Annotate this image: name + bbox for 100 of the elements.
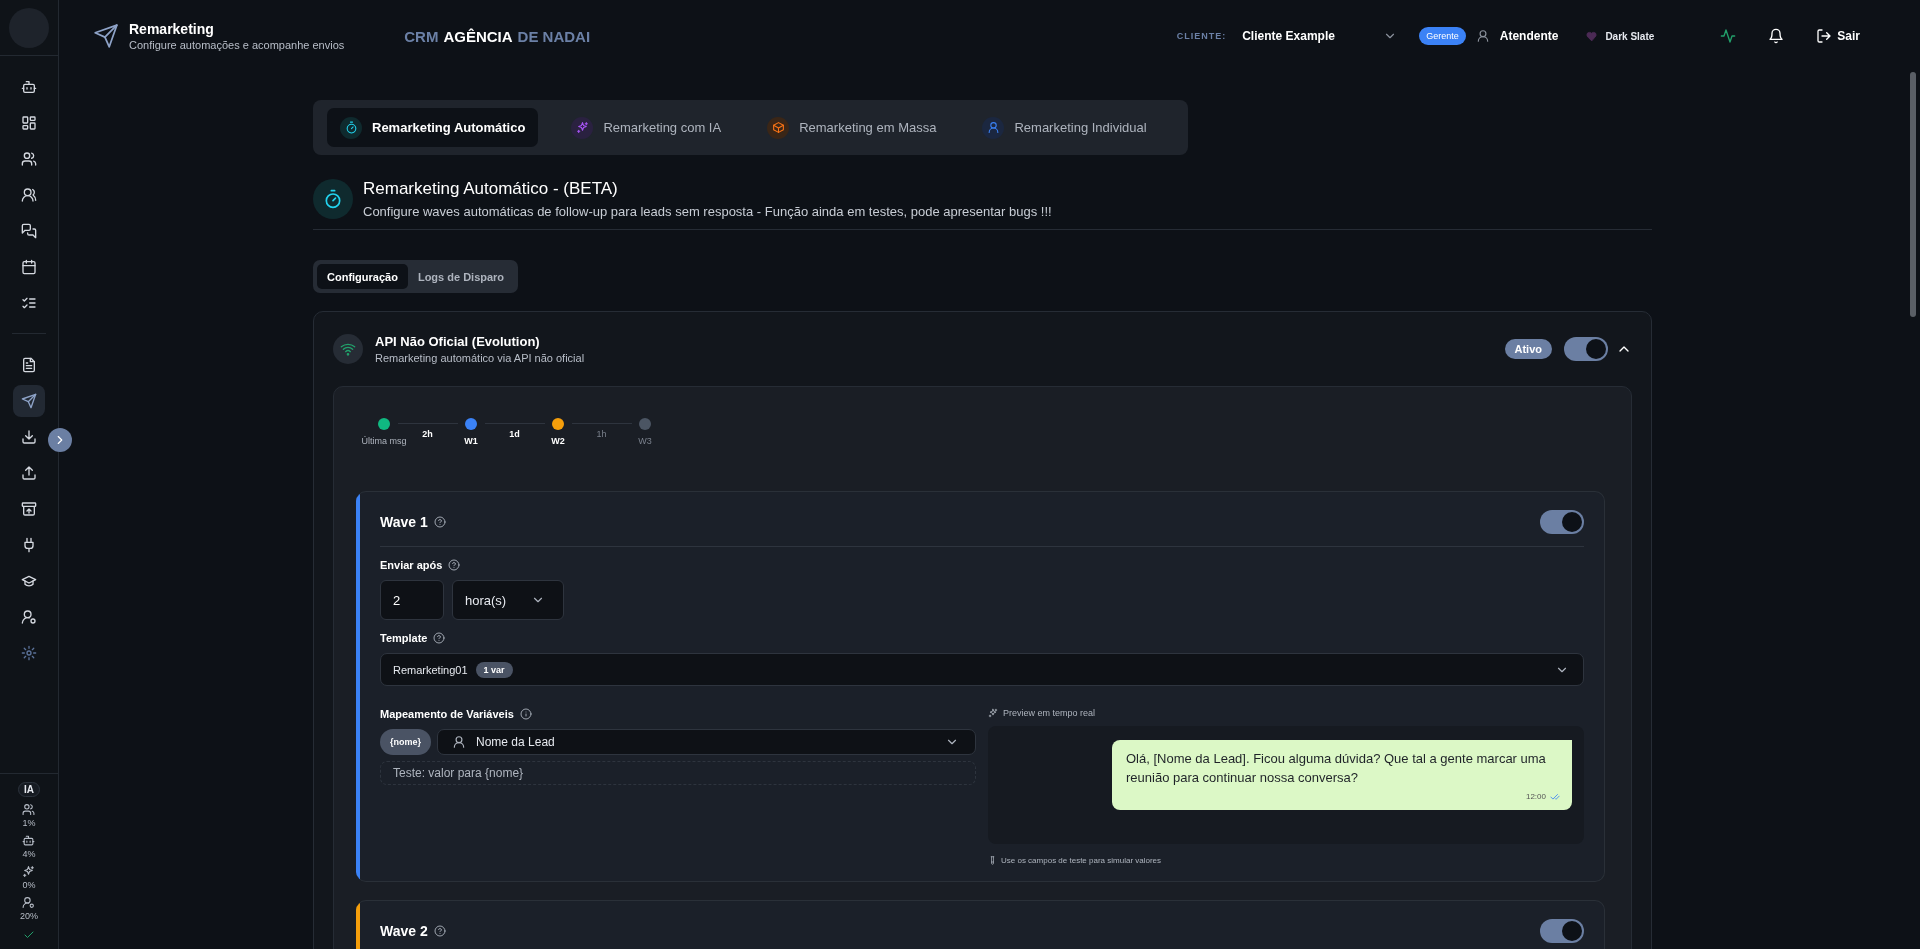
checklist-icon <box>21 295 37 311</box>
variable-badge: {nome} <box>380 729 431 755</box>
usage-percent: 0% <box>22 880 36 890</box>
send-icon <box>93 23 119 49</box>
field-label: Mapeamento de Variáveis <box>380 708 514 720</box>
user-icon <box>1475 29 1490 43</box>
dashboard-icon <box>21 115 37 131</box>
page-subtitle: Configure automações e acompanhe envios <box>129 39 345 51</box>
status-badge: Ativo <box>1504 339 1552 359</box>
graduation-cap-icon <box>21 573 37 589</box>
help-icon[interactable] <box>448 559 461 571</box>
interval-label: 1h <box>596 429 607 439</box>
user-settings-icon <box>22 896 36 909</box>
activity-icon[interactable] <box>1720 28 1737 44</box>
heart-icon <box>1586 30 1598 42</box>
source-select[interactable]: Nome da Lead <box>437 729 976 755</box>
template-select[interactable]: Remarketing01 1 var <box>380 653 1584 686</box>
timeline-label: W3 <box>638 436 652 446</box>
field-label: Enviar após <box>380 559 443 571</box>
calendar-icon <box>21 259 37 275</box>
check-icon <box>23 929 35 941</box>
double-check-icon <box>1550 791 1560 802</box>
users-icon <box>22 803 36 816</box>
toggle-switch[interactable] <box>1540 510 1584 534</box>
logout-button[interactable]: Sair <box>1816 28 1860 44</box>
ai-badge: IA <box>18 782 40 797</box>
theme-button[interactable]: Dark Slate <box>1586 30 1655 42</box>
test-tube-icon <box>988 856 997 865</box>
brand-logo-text: DE NADAI <box>517 27 591 45</box>
upload-icon <box>21 465 37 481</box>
toggle-switch[interactable] <box>1540 919 1584 943</box>
wave-title: Wave 1 <box>380 514 428 530</box>
tab[interactable]: Remarketing com IA <box>558 108 735 147</box>
help-icon[interactable] <box>433 925 446 937</box>
tab[interactable]: Remarketing Individual <box>969 108 1160 147</box>
test-value-input[interactable]: Teste: valor para {nome} <box>380 761 976 785</box>
message-text: Olá, [Nome da Lead]. Ficou alguma dúvida? Que tal a gente marcar uma reunião para continuar nossa conversa? <box>1126 750 1547 787</box>
section-title: Remarketing Automático - (BETA) <box>363 179 619 199</box>
logout-icon <box>1816 28 1833 44</box>
help-icon[interactable] <box>433 632 446 644</box>
sidebar-button[interactable] <box>13 385 45 417</box>
help-icon[interactable] <box>433 516 446 528</box>
tab[interactable]: Remarketing em Massa <box>754 108 950 147</box>
section-description: Configure waves automáticas de follow-up para leads sem resposta - Função ainda em testes, pode apresentar bugs !!! <box>363 204 1052 219</box>
timeline-label: W1 <box>464 436 478 446</box>
field-label: Template <box>380 632 428 644</box>
preview-label: Preview em tempo real <box>1003 708 1096 718</box>
timeline-label: W2 <box>551 436 565 446</box>
contacts-icon <box>21 187 37 203</box>
role-badge: Gerente <box>1419 27 1466 45</box>
api-subtitle: Remarketing automático via API não oficial <box>375 352 586 364</box>
expand-sidebar-button[interactable] <box>48 428 72 452</box>
brand-logo-text: AGÊNCIA <box>443 27 513 45</box>
box-icon <box>771 121 785 134</box>
unit-select[interactable]: hora(s) <box>452 580 564 620</box>
sparkles-icon <box>22 865 36 878</box>
plug-icon <box>21 537 37 553</box>
timeline-label: Última msg <box>361 436 407 446</box>
brand-logo-text: CRM <box>404 27 439 45</box>
settings-icon <box>21 645 37 661</box>
page-title: Remarketing <box>129 21 215 37</box>
usage-percent: 4% <box>22 849 36 859</box>
delay-input[interactable]: 2 <box>380 580 444 620</box>
sparkles-icon <box>988 708 998 718</box>
notifications-icon[interactable] <box>1768 28 1785 44</box>
tab[interactable]: Configuração <box>317 264 408 289</box>
wave-title: Wave 2 <box>380 923 428 939</box>
variable-count-badge: 1 var <box>475 661 513 678</box>
timer-icon <box>323 189 343 209</box>
tab[interactable]: Logs de Disparo <box>407 264 515 289</box>
download-icon <box>21 429 37 445</box>
document-icon <box>21 357 37 373</box>
usage-percent: 1% <box>22 818 36 828</box>
users-icon <box>21 151 37 167</box>
client-select[interactable]: Cliente Example <box>1242 29 1398 43</box>
info-icon[interactable] <box>519 708 532 720</box>
scrollbar-thumb[interactable] <box>1910 72 1916 317</box>
hint-text: Use os campos de teste para simular valores <box>1001 856 1162 865</box>
wifi-icon <box>340 341 356 357</box>
interval-label: 2h <box>422 429 433 439</box>
client-label: CLIENTE: <box>1176 31 1227 41</box>
robot-icon <box>21 79 37 95</box>
source-value: Nome da Lead <box>476 735 555 749</box>
template-name: Remarketing01 <box>393 663 468 676</box>
archive-icon <box>21 501 37 517</box>
robot-icon <box>22 834 36 847</box>
user-name: Atendente <box>1499 29 1559 43</box>
api-title: API Não Oficial (Evolution) <box>375 334 541 349</box>
toggle-switch[interactable] <box>1564 337 1608 361</box>
user-icon <box>986 121 1000 134</box>
send-icon <box>21 393 37 409</box>
timer-icon <box>344 121 358 134</box>
usage-percent: 20% <box>20 911 38 921</box>
chat-icon <box>21 223 37 239</box>
message-time: 12:00 <box>1525 792 1546 802</box>
sparkles-icon <box>575 121 589 134</box>
tab[interactable]: Remarketing Automático <box>327 108 539 147</box>
user-settings-icon <box>21 609 37 625</box>
interval-label: 1d <box>509 429 520 439</box>
user-icon <box>452 735 466 749</box>
